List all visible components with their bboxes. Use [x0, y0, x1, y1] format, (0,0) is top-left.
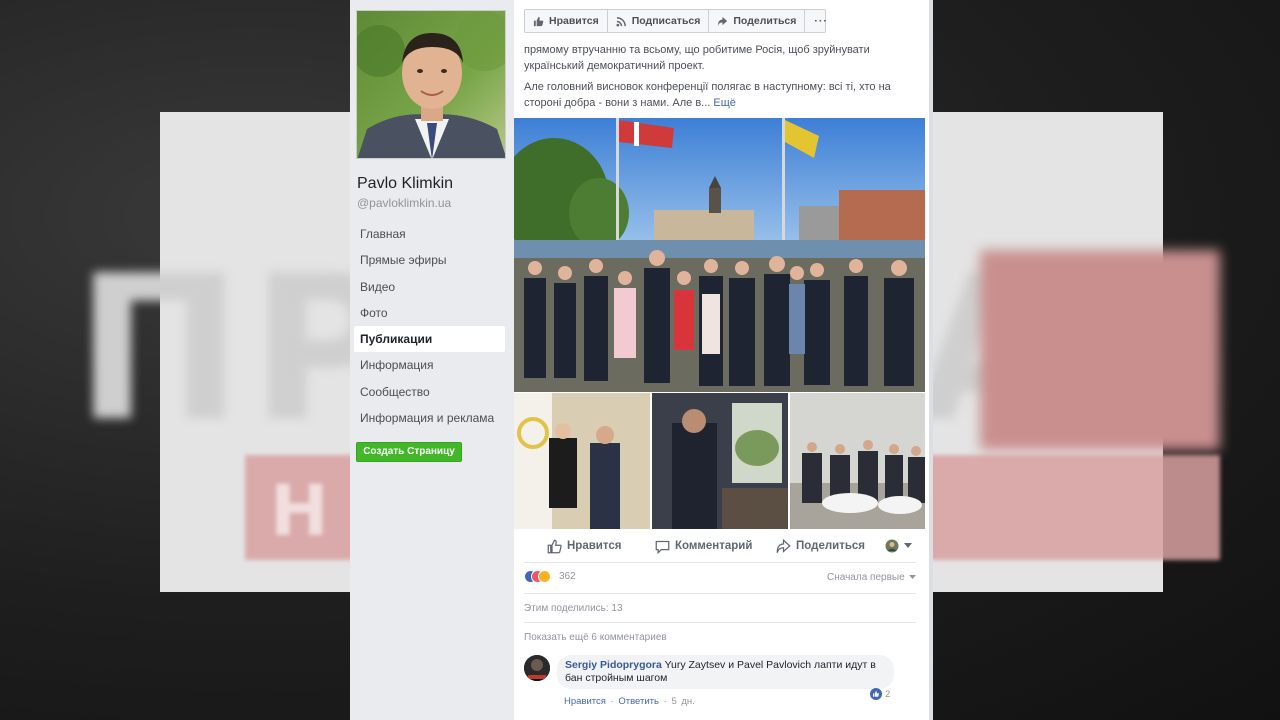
thumbs-up-icon [533, 16, 544, 26]
nav-item-posts[interactable]: Публикации [354, 326, 505, 353]
see-more-link[interactable]: Ещё [713, 97, 736, 109]
post-photo-thumb[interactable] [514, 393, 650, 529]
nav-item-live[interactable]: Прямые эфиры [354, 247, 505, 273]
thumbs-up-icon [547, 539, 562, 553]
like-reaction-icon [870, 688, 882, 700]
comment-bubble-icon [655, 540, 670, 554]
view-more-comments-link[interactable]: Показать ещё 6 комментариев [524, 632, 667, 643]
comment-like-link[interactable]: Нравится [564, 696, 606, 707]
react-as-selector[interactable] [885, 539, 912, 553]
post-text-line: Але головний висновок конференції поляга… [524, 81, 891, 93]
page-handle[interactable]: @pavloklimkin.ua [357, 196, 451, 210]
profile-photo[interactable] [356, 10, 506, 159]
post-like-label: Нравится [567, 540, 622, 552]
page-navigation: Главная Прямые эфиры Видео Фото Публикац… [354, 221, 505, 431]
nav-item-videos[interactable]: Видео [354, 274, 505, 300]
post-text-line: стороні добра - вони з нами. Але в... [524, 97, 711, 109]
nav-item-about[interactable]: Информация [354, 352, 505, 378]
comment-like-number: 2 [885, 688, 891, 700]
post-comment-label: Комментарий [675, 540, 753, 552]
post-text-line: прямому втручанню та всьому, що робитиме… [524, 44, 870, 56]
post-like-button[interactable]: Нравится [547, 539, 621, 554]
reaction-icons [524, 570, 551, 583]
post-comment-button[interactable]: Комментарий [655, 539, 752, 554]
post-share-button[interactable]: Поделиться [776, 538, 866, 554]
post-photo-thumb[interactable] [652, 393, 788, 529]
share-arrow-icon [776, 538, 791, 553]
divider [524, 593, 916, 594]
page-share-button[interactable]: Поделиться [709, 10, 806, 32]
post-action-bar: Нравится Комментарий Поделиться [514, 530, 929, 562]
reactions-count: 362 [559, 571, 576, 582]
post-share-label: Поделиться [796, 540, 866, 552]
page-follow-button[interactable]: Подписаться [608, 10, 710, 32]
shares-count[interactable]: Этим поделились: 13 [524, 603, 623, 614]
post-photo-main[interactable] [514, 118, 925, 392]
page-title[interactable]: Pavlo Klimkin [357, 175, 453, 193]
nav-item-community[interactable]: Сообщество [354, 379, 505, 405]
page-like-button[interactable]: Нравится [525, 10, 608, 32]
divider [524, 562, 916, 563]
share-arrow-icon [718, 16, 728, 26]
chevron-down-icon [909, 575, 917, 580]
nav-item-home[interactable]: Главная [354, 221, 505, 247]
page-action-bar: Нравится Подписаться Поделиться ··· [524, 9, 827, 33]
comment-bubble: Sergiy Pidoprygora Yury Zaytsev и Pavel … [557, 655, 894, 689]
post-text-line: український демократичний проект. [524, 60, 705, 72]
comment-meta: Нравится · Ответить · 5 дн. [564, 696, 695, 707]
haha-reaction-icon [538, 570, 551, 583]
comment-author[interactable]: Sergiy Pidoprygora [565, 659, 662, 671]
post-photo-thumb[interactable] [790, 393, 925, 529]
nav-item-info-ads[interactable]: Информация и реклама [354, 405, 505, 431]
right-border [929, 0, 933, 720]
page-avatar-icon [885, 539, 899, 553]
comment-timestamp[interactable]: 5 дн. [671, 696, 694, 707]
commenter-avatar[interactable] [524, 655, 550, 681]
page-share-label: Поделиться [733, 15, 797, 27]
page-follow-label: Подписаться [631, 15, 701, 27]
create-page-button[interactable]: Создать Страницу [356, 442, 462, 462]
chevron-down-icon [904, 543, 912, 548]
nav-item-photos[interactable]: Фото [354, 300, 505, 326]
more-options-button[interactable]: ··· [805, 10, 837, 32]
comment-sort-label: Сначала первые [827, 572, 905, 583]
comment-sort-dropdown[interactable]: Сначала первые [827, 572, 917, 583]
post-text-last-line: стороні добра - вони з нами. Але в... Ещ… [524, 95, 918, 111]
rss-icon [616, 16, 626, 27]
divider [524, 622, 916, 623]
reactions-summary[interactable]: 362 [524, 570, 576, 583]
page-like-label: Нравится [549, 15, 599, 27]
comment-reply-link[interactable]: Ответить [618, 696, 659, 707]
background-red-block [980, 250, 1220, 450]
comment-like-count[interactable]: 2 [870, 688, 890, 700]
